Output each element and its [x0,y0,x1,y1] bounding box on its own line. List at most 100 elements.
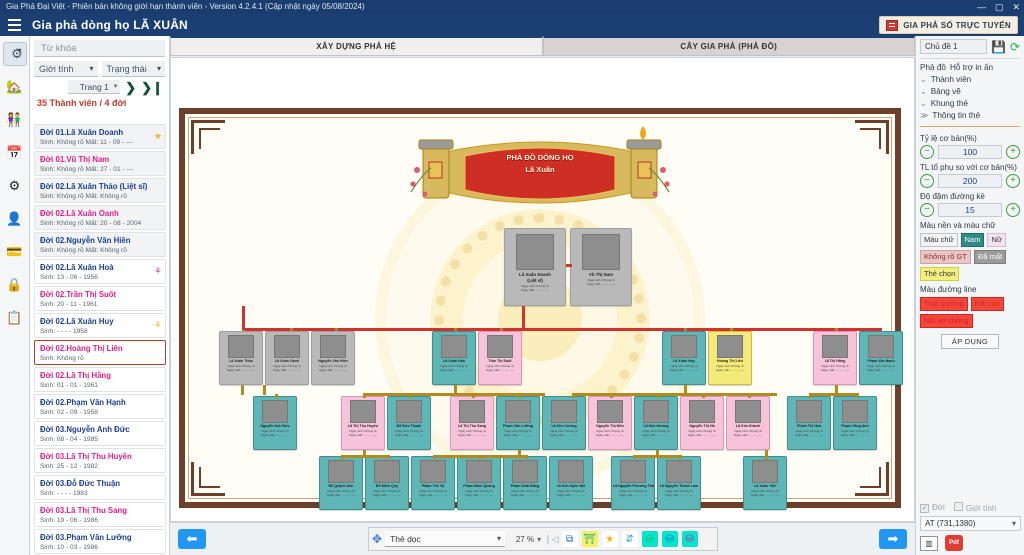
stepper-value[interactable]: 15 [938,203,1002,217]
paper-size-select[interactable]: AT (731,1380) [920,516,1021,531]
color-chip[interactable]: Trục trưởng [920,297,968,311]
list-item[interactable]: Đời 02.Lã Thị Hằng Sinh: 01 - 01 - 1961 [34,367,166,392]
tree-node[interactable]: Vũ Thị Nam Ngày sinh: Không rõ Ngày mất: -… [570,228,632,306]
tree-node[interactable]: Đỗ Đức Thuận Ngày sinh: Không rõ Ngày mất:… [387,396,431,450]
report-icon[interactable]: 📋 [3,306,27,330]
list-item[interactable]: Đời 03.Lã Thị Thu Huyền Sinh: 25 - 12 - 1… [34,448,166,473]
color-chip[interactable]: Nam [960,233,985,247]
refresh-icon[interactable]: ⟳ [1010,40,1020,54]
list-item[interactable]: Đời 03.Lã Thị Thu Sang Sinh: 19 - 06 - 19… [34,502,166,527]
people-icon[interactable]: 👫 [3,108,27,132]
stepper-minus-button[interactable]: − [920,203,934,217]
tree-node[interactable]: Nguyễn Văn Hiền Ngày sinh: Không rõ Ngày m… [311,331,355,385]
stepper-plus-button[interactable]: + [1006,203,1020,217]
view-mode-select[interactable]: Thẻ dọc [385,531,506,547]
stepper-value[interactable]: 200 [938,174,1002,188]
next-view-button[interactable]: ➡ [879,529,907,549]
tree-node[interactable]: Trần Thị Suốt Ngày sinh: Không rõ Ngày mất… [478,331,522,385]
tree-node[interactable]: Phạm Thị Hoa Ngày sinh: Không rõ Ngày mất:… [787,396,831,450]
tree-node[interactable]: Lã Kim Cương Ngày sinh: Không rõ Ngày mất:… [542,396,586,450]
tree-node[interactable]: Phạm Văn Hạnh Ngày sinh: Không rõ Ngày mất… [859,331,903,385]
tree-node[interactable]: Lã Kim Uyển Nhi Ngày sinh: Không rõ Ngày m… [549,456,593,510]
checkbox-doi-box[interactable]: ✓ [920,503,929,513]
last-page-button[interactable]: ❯❙ [141,81,163,94]
person-badge-icon[interactable]: 👤 [3,207,27,231]
tree-node[interactable]: Hoàng Thị Liên Ngày sinh: Không rõ Ngày mấ… [708,331,752,385]
list-item[interactable]: Đời 02.Lã Xuân Huy Sinh: - - - - 1958 ⚘ [34,313,166,338]
list-item[interactable]: Đời 01.Lã Xuân Doanh Sinh: Không rõ Mất: … [34,124,166,149]
minimize-icon[interactable]: — [977,0,986,14]
export-pdf-icon[interactable]: Pdf [945,535,963,551]
backup-icon[interactable]: 💳 [3,240,27,264]
zoom-dropdown-icon[interactable]: ▾ [537,535,541,544]
status-filter-select[interactable]: Trạng thái [101,61,165,77]
tree-layout-blue-icon[interactable]: ⛁ [661,531,678,547]
stepper-value[interactable]: 100 [938,145,1002,159]
tree-node[interactable]: Lã Xuân Hoà Ngày sinh: Không rõ Ngày mất: … [432,331,476,385]
close-icon[interactable]: ✕ [1012,0,1020,14]
list-item[interactable]: Đời 03.Đỗ Đức Thuận Sinh: - - - - 1983 [34,475,166,500]
tree-node[interactable]: Lã Nguyễn Thanh Lam Ngày sinh: Không rõ Ng… [657,456,701,510]
tree-node[interactable]: Lã Xuân Oanh Ngày sinh: Không rõ Ngày mất:… [265,331,309,385]
tree-layout-pink-icon[interactable]: ⛁ [681,531,698,547]
color-chip[interactable]: Không rõ GT [920,250,971,264]
chart-canvas[interactable]: PHẢ ĐỒ DÒNG HỌ Lã Xuân Lã Xuân Doanh (Liệ… [170,57,915,522]
panel-row[interactable]: ≫ Thông tin thẻ [920,110,1020,122]
lock-icon[interactable]: 🔒 [3,273,27,297]
save-theme-icon[interactable]: 💾 [991,40,1006,54]
highlight-tree-icon[interactable]: ⛩ [581,531,598,547]
tree-node[interactable]: Nguyễn Thị Mến Ngày sinh: Không rõ Ngày mấ… [588,396,632,450]
color-chip[interactable]: Nữ [987,233,1006,247]
fit-page-icon[interactable]: ⧉ [561,531,578,547]
tree-layout-green-icon[interactable]: ⛁ [641,531,658,547]
tab-0[interactable]: XÂY DỰNG PHẢ HỆ [170,36,543,56]
stepper-minus-button[interactable]: − [920,174,934,188]
color-chip[interactable]: Màu chữ [920,233,958,247]
list-item[interactable]: Đời 02.Phạm Văn Hạnh Sinh: 02 - 09 - 1958 [34,394,166,419]
tree-node[interactable]: Đỗ Quỳnh Anh Ngày sinh: Không rõ Ngày mất:… [319,456,363,510]
tree-node[interactable]: Lã Kim Khánh Ngày sinh: Không rõ Ngày mất:… [726,396,770,450]
tree-node[interactable]: Lã Xuân Huy Ngày sinh: Không rõ Ngày mất: … [662,331,706,385]
network-icon[interactable]: ⚙ [2,42,27,66]
list-item[interactable]: Đời 02.Lã Xuân Thảo (Liệt sĩ) Sinh: Không… [34,178,166,203]
collapse-icon[interactable]: ⇵ [621,531,638,547]
list-item[interactable]: Đời 03.Phạm Văn Lưỡng Sinh: 10 - 03 - 198… [34,529,166,554]
calendar-icon[interactable]: 📅 [3,141,27,165]
color-chip[interactable]: Đã mất [973,250,1007,264]
panel-row[interactable]: ⌄ Thành viên [920,74,1020,86]
panel-row[interactable]: ⌄ Bảng vẽ [920,86,1020,98]
member-list[interactable]: Đời 01.Lã Xuân Doanh Sinh: Không rõ Mất: … [30,124,170,555]
tree-node[interactable]: Phạm Văng Anh Ngày sinh: Không rõ Ngày mất… [833,396,877,450]
tree-node[interactable]: Phạm Thế Vỹ Ngày sinh: Không rõ Ngày mất: … [411,456,455,510]
list-item[interactable]: Đời 02.Trần Thị Suốt Sinh: 20 - 11 - 1961 [34,286,166,311]
print-support-label[interactable]: Hỗ trợ in ấn [950,62,993,74]
next-page-button[interactable]: ❯ [125,81,136,94]
checkbox-gioitinh[interactable]: Giới tính [953,502,996,513]
tree-node[interactable]: Phạm Khải Đăng Ngày sinh: Không rõ Ngày mấ… [503,456,547,510]
tree-node[interactable]: Lã Xuân Thảo Ngày sinh: Không rõ Ngày mất:… [219,331,263,385]
color-chip[interactable]: Nối vợ chồng [920,314,973,328]
hamburger-menu-icon[interactable] [0,19,26,31]
panel-row[interactable]: ⌄ Khung thẻ [920,98,1020,110]
export-excel-icon[interactable]: ▥ [920,535,938,551]
color-chip[interactable]: Thẻ chọn [920,267,960,281]
checkbox-doi[interactable]: ✓ Đời [920,503,945,513]
tree-node[interactable]: Lã Xuân Doanh (Liệt sĩ) Ngày sinh: Không r… [504,228,566,306]
list-item[interactable]: Đời 01.Vũ Thị Nam Sinh: Không rõ Mất: 27 … [34,151,166,176]
prev-view-button[interactable]: ⬅ [178,529,206,549]
apply-button[interactable]: ÁP DỤNG [941,334,999,349]
list-item[interactable]: Đời 02.Lã Xuân Oanh Sinh: Không rõ Mất: 2… [34,205,166,230]
tree-node[interactable]: Lã Thị Thu Sang Ngày sinh: Không rõ Ngày m… [450,396,494,450]
search-input[interactable]: Từ khóa [34,40,165,57]
list-item[interactable]: Đời 02.Lã Xuân Hoà Sinh: 13 - 06 - 1956 ⚘ [34,259,166,284]
tree-node[interactable]: Nguyễn Anh Đức Ngày sinh: Không rõ Ngày mấ… [253,396,297,450]
home-icon[interactable]: 🏡 [3,75,27,99]
tab-1[interactable]: CÂY GIA PHẢ (PHẢ ĐỒ) [542,36,915,56]
move-icon[interactable]: ✥ [372,532,382,546]
color-chip[interactable]: Nối con [970,297,1005,311]
slider-track-icon[interactable]: ❘◁ [544,534,558,545]
tree-node[interactable]: Phạm Minh Quang Ngày sinh: Không rõ Ngày m… [457,456,501,510]
tree-node[interactable]: Lã Thị Thu Huyền Ngày sinh: Không rõ Ngày … [341,396,385,450]
tree-node[interactable]: Nguyễn Thị Hà Ngày sinh: Không rõ Ngày mất… [680,396,724,450]
list-item[interactable]: Đời 02.Hoàng Thị Liên Sinh: Không rõ [34,340,166,365]
